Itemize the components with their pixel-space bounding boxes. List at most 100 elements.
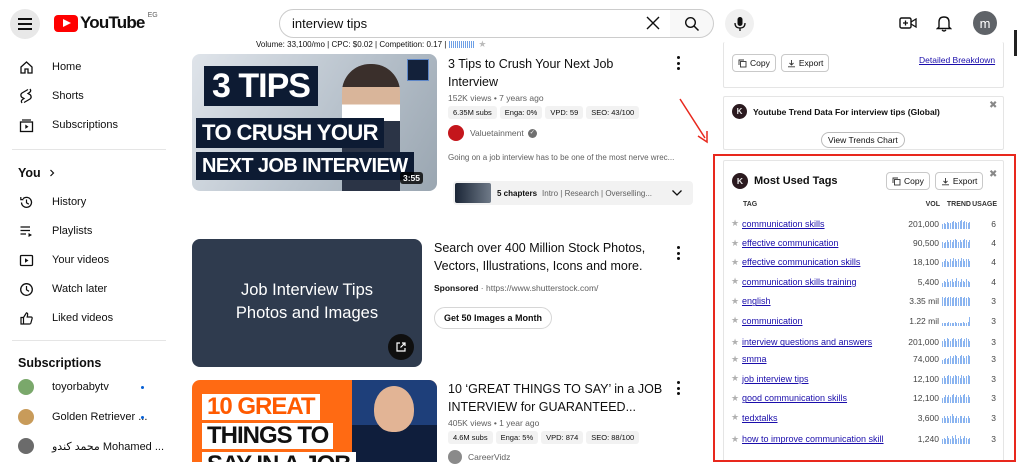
- tag-link[interactable]: communication skills training: [742, 277, 889, 287]
- subscriptions-icon: [18, 117, 34, 133]
- tag-link[interactable]: job interview tips: [742, 374, 889, 384]
- export-button[interactable]: Export: [780, 54, 830, 72]
- youtube-logo[interactable]: YouTube EG: [54, 12, 158, 33]
- thumb-text-line: THINGS TO: [202, 423, 334, 449]
- star-icon[interactable]: ★: [731, 296, 742, 307]
- sidebar-item-history[interactable]: History: [18, 192, 86, 212]
- ad-thumbnail[interactable]: Job Interview Tips Photos and Images: [192, 239, 422, 367]
- sidebar-item-watch-later[interactable]: Watch later: [18, 279, 107, 299]
- video-title[interactable]: 3 Tips to Crush Your Next Job Interview: [448, 55, 613, 91]
- tag-volume: 5,400: [917, 276, 939, 287]
- copy-tags-button[interactable]: Copy: [886, 172, 930, 190]
- video-title[interactable]: 10 ‘GREAT THINGS TO SAY’ in a JOB INTERV…: [448, 380, 662, 416]
- seo-chip: SEO: 88/100: [586, 431, 640, 444]
- clear-search-icon[interactable]: [643, 13, 663, 33]
- keyword-stats-bar: Volume: 33,100/mo | CPC: $0.02 | Competi…: [256, 39, 486, 50]
- star-icon[interactable]: ★: [731, 373, 742, 384]
- scrollbar-thumb[interactable]: [1014, 30, 1017, 56]
- sidebar-item-label: Shorts: [52, 90, 84, 102]
- star-icon[interactable]: ★: [731, 434, 742, 445]
- engagement-chip: Enga: 5%: [495, 431, 539, 444]
- channel-watermark-icon: [407, 59, 429, 81]
- star-icon[interactable]: ★: [731, 276, 742, 287]
- star-icon[interactable]: ★: [731, 218, 742, 229]
- subscription-item[interactable]: محمد كندو Mohamed ...: [18, 436, 164, 456]
- youtube-play-icon: [54, 14, 78, 32]
- subscription-item[interactable]: toyorbabytv: [18, 377, 109, 397]
- tag-link[interactable]: effective communication skills: [742, 257, 889, 267]
- more-options-icon[interactable]: [673, 246, 683, 260]
- sidebar-item-shorts[interactable]: Shorts: [18, 86, 84, 106]
- view-trends-chart-button[interactable]: View Trends Chart: [821, 132, 905, 148]
- tags-panel-actions: Copy Export: [886, 172, 984, 190]
- export-tags-button[interactable]: Export: [934, 172, 984, 190]
- sidebar-you-header[interactable]: You: [18, 166, 57, 180]
- menu-icon[interactable]: [10, 9, 40, 39]
- tag-row: ★ job interview tips 12,100 3: [731, 369, 996, 388]
- sidebar-item-label: Watch later: [52, 283, 108, 295]
- detailed-breakdown-link[interactable]: Detailed Breakdown: [919, 55, 995, 65]
- open-external-button[interactable]: [388, 334, 414, 360]
- sidebar-item-subscriptions[interactable]: Subscriptions: [18, 115, 118, 135]
- star-icon[interactable]: ★: [731, 412, 742, 423]
- ad-title[interactable]: Search over 400 Million Stock Photos, Ve…: [434, 239, 645, 275]
- tag-link[interactable]: good communication skills: [742, 393, 889, 403]
- more-options-icon[interactable]: [673, 56, 683, 70]
- account-avatar[interactable]: m: [973, 11, 997, 35]
- sidebar-item-liked-videos[interactable]: Liked videos: [18, 308, 113, 328]
- video-thumbnail[interactable]: 10 GREAT THINGS TO SAY IN A JOB: [192, 380, 437, 462]
- star-icon[interactable]: ★: [731, 337, 742, 348]
- close-icon[interactable]: ✖: [989, 100, 997, 111]
- channel-row[interactable]: Valuetainment ✓: [448, 125, 537, 141]
- tag-usage: 4: [991, 276, 996, 287]
- search-input[interactable]: interview tips: [279, 9, 671, 38]
- search-button[interactable]: [670, 9, 714, 38]
- tag-link[interactable]: tedxtalks: [742, 413, 889, 423]
- star-icon[interactable]: ★: [731, 315, 742, 326]
- engagement-chip: Enga: 0%: [499, 106, 543, 119]
- chapters-bar[interactable]: 5 chapters Intro | Research | Oversellin…: [453, 181, 693, 205]
- tag-link[interactable]: interview questions and answers: [742, 337, 889, 347]
- top-bar: YouTube EG interview tips m: [0, 0, 1024, 56]
- subscriptions-header: Subscriptions: [18, 356, 102, 370]
- star-icon[interactable]: ★: [731, 393, 742, 404]
- ad-thumb-text: Job Interview Tips Photos and Images: [192, 279, 422, 325]
- sidebar-item-your-videos[interactable]: Your videos: [18, 250, 109, 270]
- close-icon[interactable]: ✖: [989, 169, 997, 180]
- tag-link[interactable]: communication skills: [742, 219, 889, 229]
- tag-usage: 3: [991, 315, 996, 326]
- more-options-icon[interactable]: [673, 381, 683, 395]
- star-icon[interactable]: ★: [731, 354, 742, 365]
- copy-button[interactable]: Copy: [732, 54, 776, 72]
- history-icon: [18, 194, 34, 210]
- sidebar-item-label: Subscriptions: [52, 119, 119, 131]
- ad-cta-button[interactable]: Get 50 Images a Month: [434, 307, 553, 329]
- shorts-icon: [18, 88, 34, 104]
- tags-panel-header: K Most Used Tags: [732, 173, 838, 189]
- search-query: interview tips: [292, 16, 368, 31]
- video-title-line: Interview: [448, 75, 499, 89]
- tag-usage: 3: [991, 393, 996, 404]
- subscription-item[interactable]: Golden Retriever ...: [18, 407, 147, 427]
- sidebar-item-home[interactable]: Home: [18, 57, 81, 77]
- create-button[interactable]: [896, 11, 920, 35]
- voice-search-button[interactable]: [725, 9, 754, 38]
- tag-usage: 3: [991, 354, 996, 365]
- video-thumbnail[interactable]: 3 TIPS TO CRUSH YOUR NEXT JOB INTERVIEW …: [192, 54, 437, 191]
- sidebar-item-playlists[interactable]: Playlists: [18, 221, 92, 241]
- tag-link[interactable]: communication: [742, 316, 889, 326]
- notifications-button[interactable]: [932, 11, 956, 35]
- tag-link[interactable]: effective communication: [742, 238, 889, 248]
- watch-later-icon: [18, 281, 34, 297]
- tag-link[interactable]: english: [742, 296, 889, 306]
- video-title-line: INTERVIEW for GUARANTEED...: [448, 400, 636, 414]
- star-icon[interactable]: ★: [478, 39, 486, 50]
- bell-icon: [936, 16, 952, 32]
- views-age: 152K views • 7 years ago: [448, 93, 544, 103]
- tag-link[interactable]: how to improve communication skill: [742, 434, 889, 444]
- star-icon[interactable]: ★: [731, 257, 742, 268]
- star-icon[interactable]: ★: [731, 238, 742, 249]
- ad-url: https://www.shutterstock.com/: [485, 283, 599, 293]
- tag-link[interactable]: smma: [742, 354, 889, 364]
- thumb-text-line: Photos and Images: [235, 304, 379, 322]
